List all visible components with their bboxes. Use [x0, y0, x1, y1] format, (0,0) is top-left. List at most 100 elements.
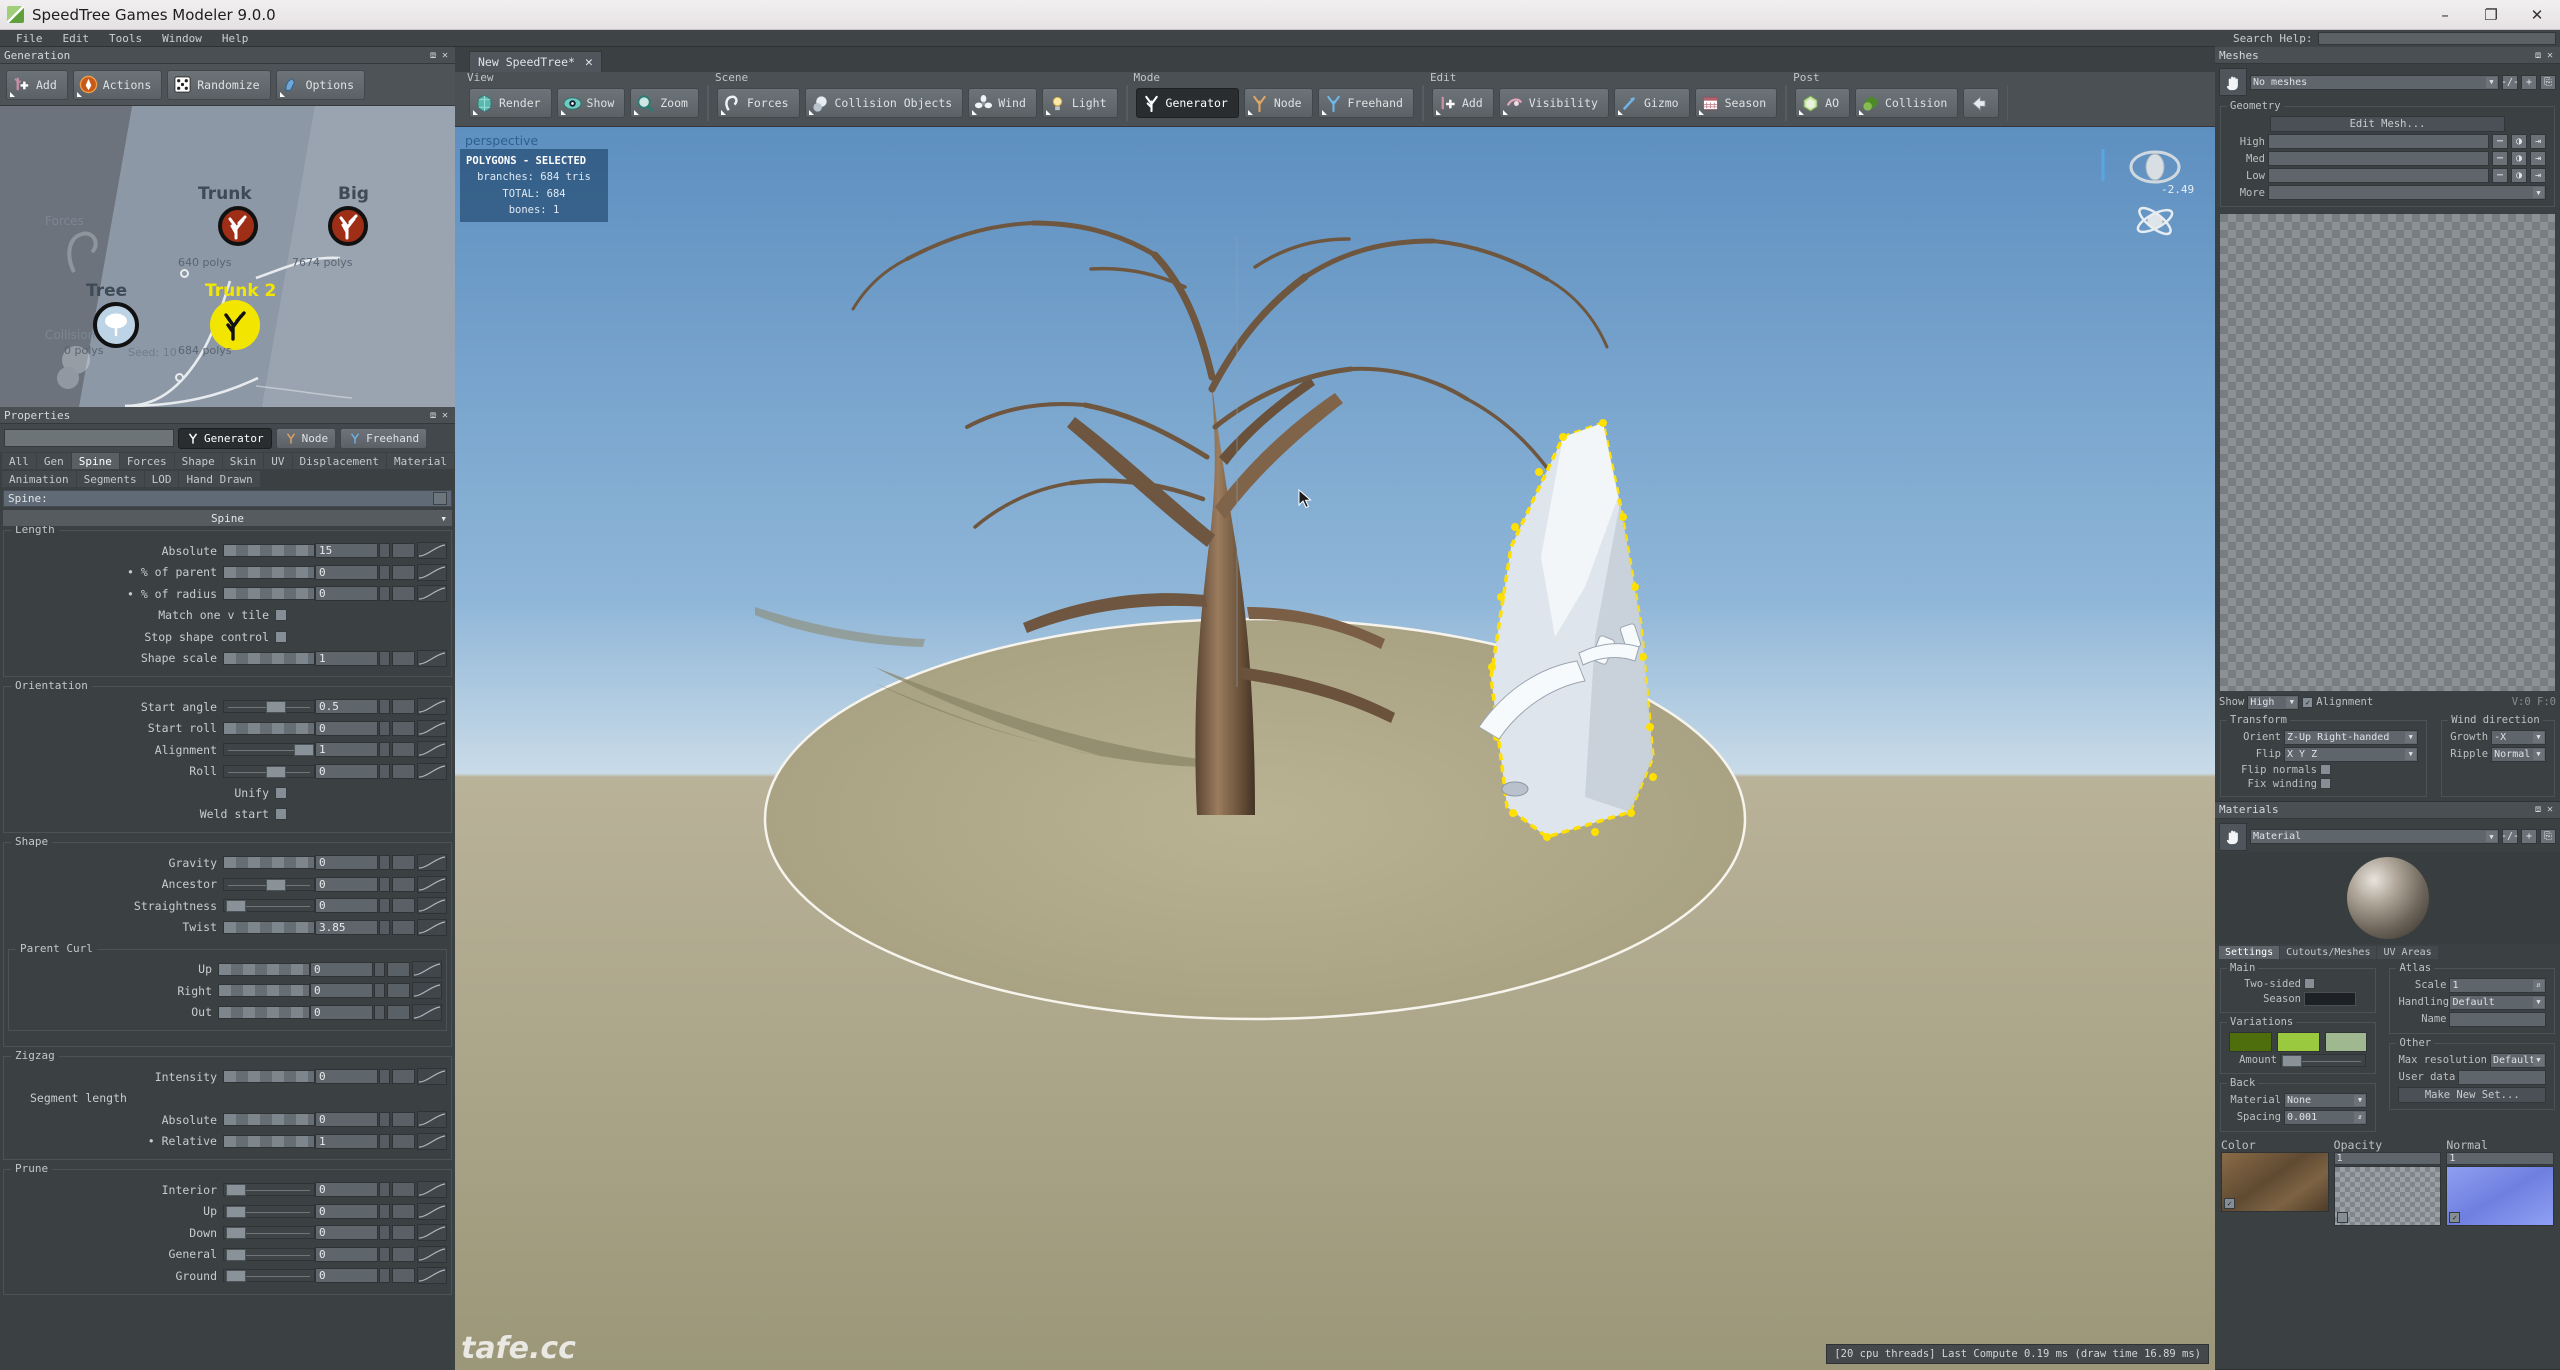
hand-icon[interactable] [2219, 822, 2247, 851]
property-spinner[interactable] [374, 983, 385, 998]
meshes-add-button[interactable]: + [2521, 74, 2537, 90]
materials-close-icon[interactable]: ✕ [2544, 804, 2556, 816]
atlas-name-input[interactable] [2449, 1011, 2546, 1027]
property-slider[interactable] [223, 721, 315, 735]
toolbar-button-collision[interactable]: Collision [1855, 88, 1959, 118]
property-curve-button[interactable] [417, 698, 447, 715]
menu-item-tools[interactable]: Tools [99, 32, 152, 45]
property-spinner[interactable] [379, 876, 390, 892]
tab-gen[interactable]: Gen [36, 453, 71, 469]
property-value-field[interactable]: 15 [315, 543, 378, 558]
property-curve-button[interactable] [417, 585, 447, 602]
slider-knob[interactable] [226, 1184, 246, 1196]
property-value-field[interactable]: 0 [315, 876, 378, 892]
geometry-med-input[interactable] [2268, 151, 2489, 166]
toolbar-button-generator[interactable]: Generator [1135, 88, 1239, 118]
property-variance-button[interactable] [387, 961, 410, 977]
property-spinner[interactable] [379, 1225, 390, 1240]
property-value-field[interactable]: 1 [315, 742, 378, 757]
property-spinner[interactable] [374, 961, 385, 977]
property-curve-button[interactable] [417, 918, 447, 936]
property-slider[interactable] [223, 587, 315, 600]
tab-material[interactable]: Material [386, 453, 454, 469]
property-curve-button[interactable] [417, 1224, 447, 1241]
property-variance-button[interactable] [392, 586, 415, 601]
geometry-high-browse-button[interactable]: ⋯ [2492, 134, 2508, 149]
spine-section-header[interactable]: Spine ▾ [3, 510, 452, 526]
property-value-field[interactable]: 0.5 [315, 699, 378, 714]
tab-shape[interactable]: Shape [174, 453, 222, 469]
menu-item-file[interactable]: File [6, 32, 53, 45]
graph-node-big[interactable] [328, 206, 368, 246]
material-preview[interactable] [2215, 851, 2560, 944]
property-spinner[interactable] [379, 742, 390, 757]
toolbar-button-light[interactable]: Light [1041, 88, 1118, 118]
properties-close-icon[interactable]: ✕ [439, 409, 451, 421]
toolbar-button-back-arrow-icon[interactable] [1963, 88, 2000, 118]
meshes-remove-button[interactable]: -/- [2501, 74, 2519, 90]
meshes-show-combo[interactable]: High ▼ [2247, 694, 2300, 710]
property-variance-button[interactable] [392, 1203, 415, 1219]
meshes-duplicate-button[interactable]: ⎘ [2540, 74, 2556, 90]
generation-graph-canvas[interactable]: Forces Collision Trunk 640 polys Big 767… [0, 106, 455, 407]
property-variance-button[interactable] [392, 1246, 415, 1262]
user-data-input[interactable] [2458, 1069, 2546, 1085]
properties-mode-freehand[interactable]: Freehand [340, 427, 428, 449]
property-slider[interactable] [223, 877, 315, 891]
tab-uv[interactable]: UV [264, 453, 292, 469]
property-checkbox[interactable] [275, 609, 287, 621]
geometry-high-input[interactable] [2268, 134, 2489, 149]
materials-add-button[interactable]: + [2521, 829, 2537, 845]
tab-settings[interactable]: Settings [2219, 945, 2280, 959]
menu-item-window[interactable]: Window [152, 32, 212, 45]
toolbar-button-gizmo[interactable]: Gizmo [1613, 88, 1690, 118]
property-curve-button[interactable] [417, 1267, 447, 1284]
geometry-high-preview-icon[interactable]: ◑ [2511, 134, 2527, 149]
property-spinner[interactable] [379, 1246, 390, 1262]
generation-randomize-button[interactable]: Randomize [167, 69, 271, 100]
property-curve-button[interactable] [417, 1068, 447, 1085]
opacity-map-thumbnail[interactable] [2333, 1165, 2442, 1226]
property-slider[interactable] [223, 1113, 315, 1126]
growth-combo[interactable]: -X ▼ [2491, 729, 2546, 745]
graph-node-trunk2[interactable] [212, 302, 258, 348]
property-curve-button[interactable] [417, 1132, 447, 1150]
normal-map-checkbox[interactable]: ✓ [2449, 1211, 2461, 1223]
property-slider[interactable] [223, 651, 315, 665]
property-spinner[interactable] [379, 1203, 390, 1219]
property-spinner[interactable] [379, 1268, 390, 1283]
tab-animation[interactable]: Animation [2, 471, 76, 487]
back-spacing-input[interactable]: 0.001 ⇵ [2284, 1109, 2368, 1125]
generation-close-icon[interactable]: ✕ [439, 49, 451, 61]
tab-displacement[interactable]: Displacement [292, 453, 386, 469]
property-value-field[interactable]: 0 [315, 898, 378, 913]
property-value-field[interactable]: 0 [310, 1004, 373, 1020]
property-spinner[interactable] [379, 586, 390, 601]
back-material-combo[interactable]: None ▼ [2284, 1092, 2368, 1108]
slider-knob[interactable] [266, 765, 286, 778]
graph-connector-dot[interactable] [180, 269, 189, 278]
hand-icon[interactable] [2219, 68, 2247, 96]
mesh-preview-canvas[interactable] [2220, 214, 2555, 691]
property-spinner[interactable] [379, 855, 390, 870]
property-slider[interactable] [223, 764, 315, 778]
property-variance-button[interactable] [387, 983, 410, 998]
close-button[interactable]: ✕ [2514, 0, 2560, 30]
property-slider[interactable] [223, 565, 315, 579]
property-spinner[interactable] [379, 564, 390, 580]
property-slider[interactable] [218, 984, 310, 997]
slider-knob[interactable] [226, 1248, 246, 1261]
atlas-handling-combo[interactable]: Default ▼ [2449, 994, 2546, 1010]
toolbar-button-season[interactable]: Season [1694, 88, 1778, 118]
property-variance-button[interactable] [387, 1004, 410, 1020]
property-spinner[interactable] [379, 1182, 390, 1197]
property-value-field[interactable]: 0 [315, 763, 378, 779]
geometry-med-preview-icon[interactable]: ◑ [2511, 151, 2527, 166]
property-spinner[interactable] [379, 1069, 390, 1084]
property-spinner[interactable] [379, 1112, 390, 1127]
property-curve-button[interactable] [417, 1202, 447, 1220]
geometry-low-preview-icon[interactable]: ◑ [2511, 168, 2527, 183]
flip-combo[interactable]: X Y Z ▼ [2284, 746, 2419, 762]
property-curve-button[interactable] [417, 542, 447, 559]
property-spinner[interactable] [379, 1133, 390, 1149]
